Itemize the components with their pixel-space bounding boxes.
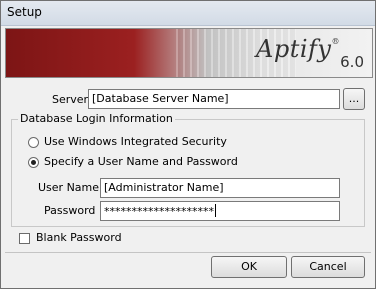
server-field[interactable]: [Database Server Name] xyxy=(88,89,340,109)
group-title: Database Login Information xyxy=(18,112,175,125)
password-mask: ******************** xyxy=(104,205,214,218)
server-label: Server xyxy=(52,93,89,106)
username-field[interactable]: [Administrator Name] xyxy=(100,178,340,198)
user-password-label[interactable]: Specify a User Name and Password xyxy=(44,155,238,168)
blank-password-label[interactable]: Blank Password xyxy=(36,231,122,244)
user-password-radio[interactable] xyxy=(28,157,39,168)
setup-dialog: Setup Aptify® 6.0 Server [Database Serve… xyxy=(0,0,376,289)
registered-mark: ® xyxy=(331,37,340,46)
blank-password-checkbox[interactable] xyxy=(19,233,30,244)
password-label: Password xyxy=(44,204,96,217)
password-field[interactable]: ******************** xyxy=(100,201,340,221)
windows-security-radio[interactable] xyxy=(28,137,39,148)
text-caret xyxy=(215,204,216,217)
windows-security-label[interactable]: Use Windows Integrated Security xyxy=(44,135,227,148)
footer-separator xyxy=(5,252,371,253)
aptify-banner: Aptify® 6.0 xyxy=(5,28,373,78)
cancel-button[interactable]: Cancel xyxy=(291,256,365,278)
window-title: Setup xyxy=(7,5,42,19)
aptify-logo: Aptify® xyxy=(256,35,340,63)
ok-button[interactable]: OK xyxy=(211,256,287,278)
logo-text: Aptify xyxy=(256,35,332,63)
browse-server-button[interactable]: ... xyxy=(343,88,365,110)
username-label: User Name xyxy=(38,181,100,194)
version-label: 6.0 xyxy=(340,53,364,71)
radio-selected-dot xyxy=(31,160,36,165)
title-bar[interactable]: Setup xyxy=(1,1,375,26)
